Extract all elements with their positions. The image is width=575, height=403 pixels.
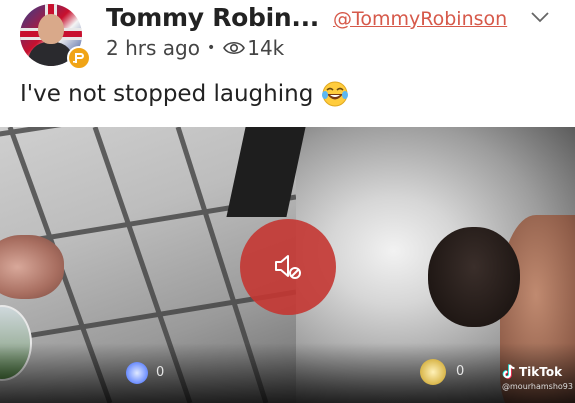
eye-icon bbox=[223, 41, 246, 55]
video-player[interactable]: 0 0 TikTok @mourhamsho93 bbox=[0, 127, 575, 403]
reaction-count-left: 0 bbox=[156, 365, 165, 380]
meta-separator: • bbox=[206, 40, 216, 56]
post-time: 2 hrs ago bbox=[106, 36, 200, 60]
chevron-down-icon[interactable] bbox=[530, 10, 550, 24]
tiktok-label: TikTok bbox=[519, 365, 563, 379]
tiktok-username: @mourhamsho93 bbox=[502, 382, 573, 391]
video-hand bbox=[0, 235, 64, 299]
reaction-count-right: 0 bbox=[456, 364, 465, 379]
author-name[interactable]: Tommy Robin... bbox=[106, 3, 319, 32]
tiktok-watermark: TikTok bbox=[502, 364, 562, 380]
post-text: I've not stopped laughing bbox=[20, 81, 314, 107]
post-meta: 2 hrs ago • 14k bbox=[106, 36, 284, 60]
speaker-muted-icon bbox=[275, 255, 301, 279]
reaction-icon-right bbox=[420, 359, 446, 385]
tiktok-logo-icon bbox=[502, 364, 515, 379]
p-badge-icon bbox=[67, 46, 91, 70]
view-count: 14k bbox=[247, 36, 285, 60]
reaction-icon-left bbox=[126, 362, 148, 384]
post-body: I've not stopped laughing bbox=[20, 80, 349, 108]
post-header: Tommy Robin... @TommyRobinson 2 hrs ago … bbox=[0, 0, 575, 78]
mute-button[interactable] bbox=[240, 219, 336, 315]
laughing-crying-emoji bbox=[322, 81, 349, 107]
video-bottom-fade bbox=[0, 343, 575, 403]
author-handle[interactable]: @TommyRobinson bbox=[333, 8, 507, 30]
video-person-head bbox=[428, 227, 520, 327]
